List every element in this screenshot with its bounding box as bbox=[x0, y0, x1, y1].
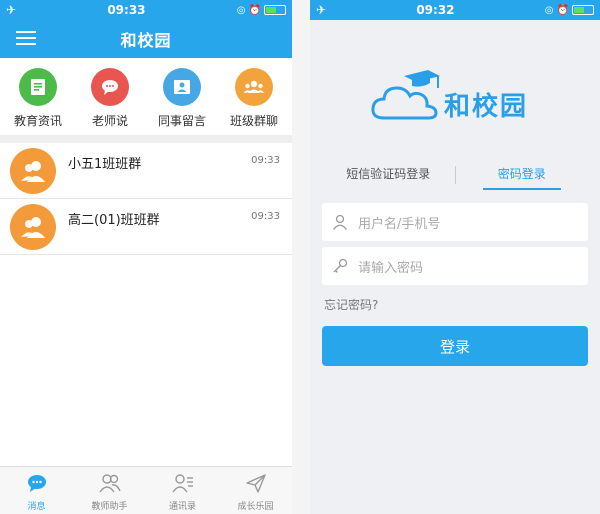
battery-icon bbox=[571, 5, 594, 15]
tab-messages[interactable]: 消息 bbox=[0, 467, 73, 514]
group-avatar-icon bbox=[10, 203, 56, 250]
status-time: 09:32 bbox=[416, 3, 455, 17]
tab-label: 成长乐园 bbox=[237, 502, 274, 512]
tile-education-news[interactable]: 教育资讯 bbox=[3, 68, 73, 129]
page-title: 和校园 bbox=[120, 31, 172, 50]
teacher-icon bbox=[98, 474, 121, 493]
message-screen: ✈ 09:33 ◎ ⏰ 和校园 教育资讯 老师说 同事留言 班级群聊 小五1班班… bbox=[0, 0, 292, 514]
chat-row[interactable]: 高二(01)班班群 09:33 bbox=[0, 199, 292, 255]
status-bar: ✈ 09:32 ◎ ⏰ bbox=[310, 0, 600, 20]
menu-icon[interactable] bbox=[16, 31, 36, 47]
cloud-graduation-cap-icon bbox=[371, 70, 440, 120]
battery-icon bbox=[263, 5, 286, 15]
alarm-icon: ⏰ bbox=[556, 4, 569, 16]
tab-contacts[interactable]: 通讯录 bbox=[146, 467, 219, 514]
lock-rotation-icon: ◎ bbox=[236, 4, 246, 16]
tile-label: 老师说 bbox=[91, 114, 128, 128]
tab-password-login[interactable]: 密码登录 bbox=[456, 161, 589, 189]
login-button[interactable]: 登录 bbox=[322, 326, 588, 366]
tab-label: 教师助手 bbox=[91, 502, 128, 512]
tab-label: 消息 bbox=[27, 502, 46, 512]
quick-tiles: 教育资讯 老师说 同事留言 班级群聊 bbox=[0, 58, 292, 143]
airplane-icon: ✈ bbox=[6, 3, 17, 17]
group-icon bbox=[235, 68, 273, 106]
chat-icon bbox=[91, 68, 129, 106]
tab-teacher-assistant[interactable]: 教师助手 bbox=[73, 467, 146, 514]
key-icon bbox=[333, 258, 348, 273]
news-icon bbox=[19, 68, 57, 106]
tile-label: 教育资讯 bbox=[13, 114, 62, 128]
tile-label: 班级群聊 bbox=[229, 114, 278, 128]
user-icon bbox=[332, 214, 348, 230]
password-placeholder: 请输入密码 bbox=[358, 260, 424, 276]
username-placeholder: 用户名/手机号 bbox=[358, 216, 441, 232]
app-logo: 和校园 bbox=[310, 62, 600, 132]
status-time: 09:33 bbox=[107, 3, 146, 17]
tile-class-group-chat[interactable]: 班级群聊 bbox=[219, 68, 289, 129]
active-tab-indicator bbox=[483, 188, 561, 190]
chat-name: 高二(01)班班群 bbox=[68, 213, 160, 228]
status-bar: ✈ 09:33 ◎ ⏰ bbox=[0, 0, 292, 20]
alarm-icon: ⏰ bbox=[248, 4, 261, 16]
tab-sms-login[interactable]: 短信验证码登录 bbox=[322, 161, 455, 189]
contact-card-icon bbox=[163, 68, 201, 106]
chat-list: 小五1班班群 09:33 高二(01)班班群 09:33 bbox=[0, 143, 292, 255]
lock-rotation-icon: ◎ bbox=[544, 4, 554, 16]
tile-teacher-says[interactable]: 老师说 bbox=[75, 68, 145, 129]
nav-bar: 和校园 bbox=[0, 20, 292, 58]
login-tabs: 短信验证码登录 密码登录 bbox=[322, 160, 588, 190]
brand-name: 和校园 bbox=[444, 92, 529, 122]
airplane-icon: ✈ bbox=[316, 3, 327, 17]
chat-time: 09:33 bbox=[251, 211, 280, 222]
chat-row[interactable]: 小五1班班群 09:33 bbox=[0, 143, 292, 199]
tab-growth-park[interactable]: 成长乐园 bbox=[219, 467, 292, 514]
username-input[interactable]: 用户名/手机号 bbox=[322, 203, 588, 241]
forgot-password-link[interactable]: 忘记密码? bbox=[324, 296, 378, 313]
group-avatar-icon bbox=[10, 147, 56, 194]
login-screen: ✈ 09:32 ◎ ⏰ 和校园 短信验证码登录 密码登录 用户名/手机号 请输入… bbox=[310, 0, 600, 514]
tab-bar: 消息 教师助手 通讯录 成长乐园 bbox=[0, 466, 292, 514]
chat-time: 09:33 bbox=[251, 155, 280, 166]
tile-colleague-message[interactable]: 同事留言 bbox=[147, 68, 217, 129]
message-icon bbox=[27, 475, 46, 492]
password-input[interactable]: 请输入密码 bbox=[322, 247, 588, 285]
tab-label: 通讯录 bbox=[168, 502, 196, 512]
send-icon bbox=[245, 474, 266, 493]
chat-name: 小五1班班群 bbox=[68, 157, 142, 172]
contacts-icon bbox=[171, 474, 193, 493]
tile-label: 同事留言 bbox=[157, 114, 206, 128]
